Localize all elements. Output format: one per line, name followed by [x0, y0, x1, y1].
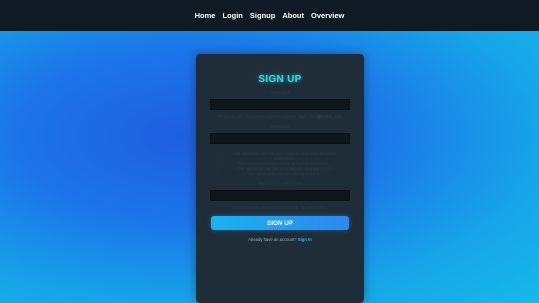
nav-about-link[interactable]: About — [282, 11, 304, 20]
username-label: Username — [269, 90, 291, 95]
signin-prompt-text: Already have an account? — [248, 237, 297, 242]
nav-login-link[interactable]: Login — [222, 11, 242, 20]
password-label: Password — [270, 124, 290, 129]
username-hint-suffix: only. — [334, 114, 343, 119]
signin-prompt: Already have an account? Sign In — [210, 237, 350, 242]
nav-signup-link[interactable]: Signup — [250, 11, 275, 20]
username-input[interactable] — [210, 99, 350, 110]
password-input[interactable] — [210, 133, 350, 144]
password-confirmation-input[interactable] — [210, 190, 350, 201]
password-confirmation-hint: Enter the same password as before, for v… — [232, 205, 328, 210]
nav-overview-link[interactable]: Overview — [311, 11, 344, 20]
password-confirmation-label: Password confirmation — [257, 181, 303, 186]
password-rule: Your password can't be too similar to yo… — [226, 151, 350, 161]
signup-card: SIGN UP Username Required. 150 character… — [196, 54, 364, 303]
username-hint-chars: @/./+/-/_ — [316, 114, 334, 119]
signup-button[interactable]: SIGN UP — [211, 216, 349, 230]
username-hint: Required. 150 characters or fewer. Lette… — [210, 114, 350, 119]
top-nav: Home Login Signup About Overview — [0, 0, 539, 31]
username-hint-prefix: Required. 150 characters or fewer. Lette… — [217, 114, 316, 119]
password-rules: Your password can't be too similar to yo… — [210, 151, 350, 176]
form-title: SIGN UP — [258, 74, 302, 85]
nav-home-link[interactable]: Home — [195, 11, 216, 20]
signin-link[interactable]: Sign In — [298, 237, 312, 242]
password-rule: Your password can't be entirely numeric. — [226, 171, 350, 176]
